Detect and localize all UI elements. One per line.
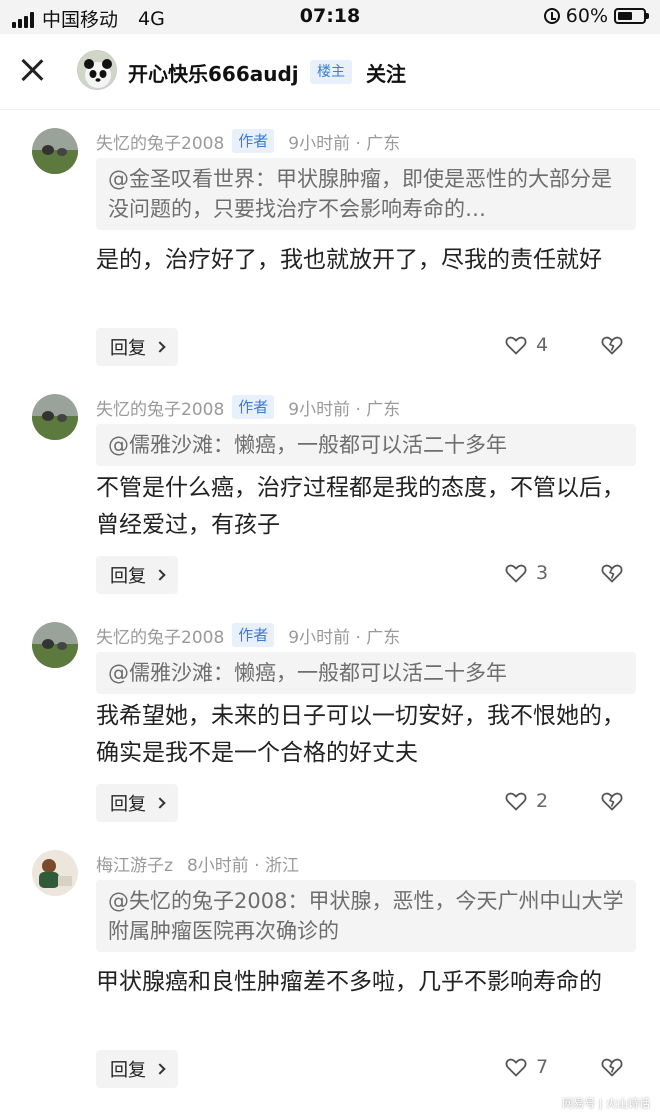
quoted-text: @儒雅沙滩：懒癌，一般都可以活二十多年 xyxy=(108,433,507,457)
comment-body: 是的，治疗好了，我也就放开了，尽我的责任就好 xyxy=(96,247,602,273)
like-count: 2 xyxy=(536,790,549,812)
dislike-button[interactable] xyxy=(600,333,624,361)
quoted-comment[interactable]: @失忆的兔子2008：甲状腺，恶性，今天广州中山大学附属肿瘤医院再次确诊的 xyxy=(96,880,636,952)
nature-avatar-image xyxy=(32,394,78,440)
author-badge: 作者 xyxy=(232,623,275,647)
avatar[interactable] xyxy=(32,394,78,440)
dislike-button[interactable] xyxy=(600,1055,624,1083)
quoted-text: @金圣叹看世界：甲状腺肿瘤，即使是恶性的大部分是没问题的，只要找治疗不会影响寿命… xyxy=(108,167,612,221)
alarm-icon xyxy=(543,8,560,24)
avatar[interactable] xyxy=(32,622,78,668)
header-username[interactable]: 开心快乐666audj xyxy=(128,58,299,87)
comment-time-location: 9小时前 · 广东 xyxy=(288,399,401,420)
reply-label: 回复 xyxy=(110,1060,146,1081)
quoted-comment[interactable]: @儒雅沙滩：懒癌，一般都可以活二十多年 xyxy=(96,424,636,466)
like-button[interactable]: 7 xyxy=(504,1055,548,1079)
reply-button[interactable]: 回复 xyxy=(96,328,178,366)
nature-avatar-image xyxy=(32,128,78,174)
comment-body: 甲状腺癌和良性肿瘤差不多啦，几乎不影响寿命的 xyxy=(96,969,602,995)
chevron-right-icon xyxy=(154,341,166,353)
avatar[interactable] xyxy=(77,50,117,90)
comment-author[interactable]: 失忆的兔子2008 xyxy=(96,623,224,648)
heart-icon xyxy=(505,564,527,583)
reply-label: 回复 xyxy=(110,566,146,587)
like-button[interactable]: 3 xyxy=(504,561,548,585)
heart-icon xyxy=(505,336,527,355)
quoted-comment[interactable]: @金圣叹看世界：甲状腺肿瘤，即使是恶性的大部分是没问题的，只要找治疗不会影响寿命… xyxy=(96,158,636,230)
like-button[interactable]: 2 xyxy=(504,789,548,813)
follow-button[interactable]: 关注 xyxy=(366,58,406,87)
comment-body: 我希望她，未来的日子可以一切安好，我不恨她的，确实是我不是一个合格的好丈夫 xyxy=(96,703,625,766)
broken-heart-icon xyxy=(601,792,623,811)
chevron-right-icon xyxy=(154,1063,166,1075)
dislike-button[interactable] xyxy=(600,561,624,589)
reply-button[interactable]: 回复 xyxy=(96,556,178,594)
op-badge: 楼主 xyxy=(310,60,352,84)
broken-heart-icon xyxy=(601,336,623,355)
like-button[interactable]: 4 xyxy=(504,333,548,357)
reply-button[interactable]: 回复 xyxy=(96,784,178,822)
broken-heart-icon xyxy=(601,564,623,583)
comment-author[interactable]: 梅江游子z xyxy=(96,851,173,876)
heart-icon xyxy=(505,1058,527,1077)
status-bar: 中国移动 4G 07:18 60% xyxy=(0,0,660,34)
quoted-text: @失忆的兔子2008：甲状腺，恶性，今天广州中山大学附属肿瘤医院再次确诊的 xyxy=(108,889,624,943)
battery-percent: 60% xyxy=(565,5,608,27)
chevron-right-icon xyxy=(154,797,166,809)
reply-label: 回复 xyxy=(110,794,146,815)
broken-heart-icon xyxy=(601,1058,623,1077)
like-count: 4 xyxy=(536,334,549,356)
avatar[interactable] xyxy=(32,128,78,174)
quoted-text: @儒雅沙滩：懒癌，一般都可以活二十多年 xyxy=(108,661,507,685)
chevron-right-icon xyxy=(154,569,166,581)
thread-header: 开心快乐666audj 楼主 关注 xyxy=(0,34,660,110)
comment-body: 不管是什么癌，治疗过程都是我的态度，不管以后，曾经爱过，有孩子 xyxy=(96,475,625,538)
comment-time-location: 8小时前 · 浙江 xyxy=(186,855,299,876)
heart-icon xyxy=(505,792,527,811)
dislike-button[interactable] xyxy=(600,789,624,817)
close-icon[interactable] xyxy=(20,58,44,82)
comment-author[interactable]: 失忆的兔子2008 xyxy=(96,395,224,420)
battery-icon xyxy=(614,8,649,24)
author-badge: 作者 xyxy=(232,129,275,153)
avatar[interactable] xyxy=(32,850,78,896)
panda-avatar-image xyxy=(78,51,116,89)
nature-avatar-image xyxy=(32,622,78,668)
watermark: 网易号 | 火山诗话 xyxy=(562,1097,650,1110)
comment-author[interactable]: 失忆的兔子2008 xyxy=(96,129,224,154)
like-count: 3 xyxy=(536,562,549,584)
person-avatar-image xyxy=(32,850,78,896)
reply-label: 回复 xyxy=(110,338,146,359)
comment-time-location: 9小时前 · 广东 xyxy=(288,627,401,648)
comment-time-location: 9小时前 · 广东 xyxy=(288,133,401,154)
quoted-comment[interactable]: @儒雅沙滩：懒癌，一般都可以活二十多年 xyxy=(96,652,636,694)
reply-button[interactable]: 回复 xyxy=(96,1050,178,1088)
author-badge: 作者 xyxy=(232,395,275,419)
like-count: 7 xyxy=(536,1056,549,1078)
